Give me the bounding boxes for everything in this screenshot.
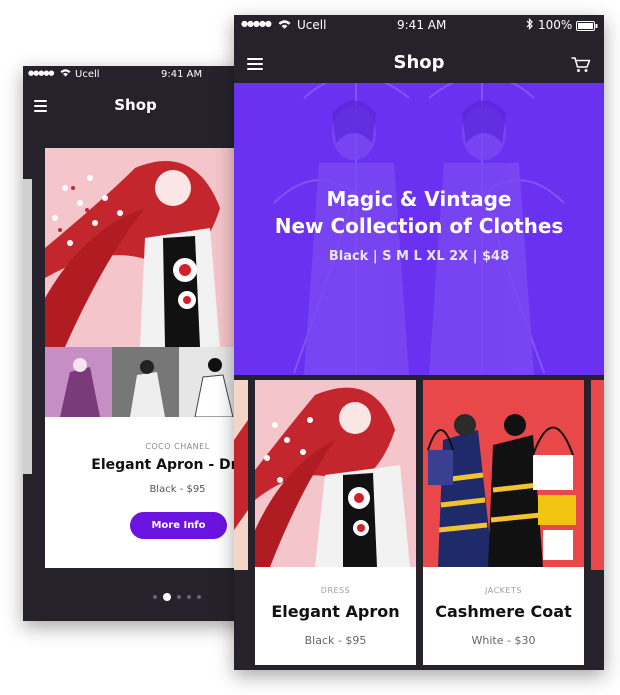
page-dot[interactable]: [153, 595, 157, 599]
battery-icon: [576, 20, 598, 34]
nav-bar: Shop: [23, 84, 248, 126]
promo-banner[interactable]: Magic & Vintage New Collection of Clothe…: [234, 83, 604, 375]
product-card[interactable]: COCO CHANEL Elegant Apron - Dress Black …: [45, 148, 248, 568]
banner-details: Black | S M L XL 2X | $48: [328, 249, 510, 264]
back-phone-screen: ●●●●● Ucell 9:41 AM Shop COCO CHANEL Ele…: [23, 66, 248, 621]
product-price: Black - $95: [149, 484, 206, 495]
thumbnail-strip[interactable]: [45, 347, 248, 417]
product-image: [255, 380, 416, 567]
page-indicator[interactable]: [151, 592, 211, 602]
product-name: Elegant Apron: [271, 602, 400, 621]
page-dot[interactable]: [187, 595, 191, 599]
battery-label: 100%: [538, 18, 573, 32]
previous-card-edge: [23, 179, 32, 474]
status-bar: ●●●●● Ucell 9:41 AM: [23, 66, 248, 84]
brand-label: COCO CHANEL: [145, 442, 210, 451]
page-title: Shop: [114, 96, 157, 114]
signal-icon: ●●●●●: [28, 69, 55, 77]
bluetooth-icon: [526, 18, 534, 33]
page-dot-active[interactable]: [163, 593, 171, 601]
nav-bar: Shop: [234, 37, 604, 83]
page-dot[interactable]: [177, 595, 181, 599]
page-dot[interactable]: [197, 595, 201, 599]
product-price: Black - $95: [304, 634, 367, 647]
page-title: Shop: [393, 52, 445, 73]
cart-icon[interactable]: [571, 57, 591, 77]
banner-headline: Magic & Vintage: [326, 187, 512, 211]
product-price: White - $30: [471, 634, 536, 647]
wifi-icon: [278, 18, 291, 32]
front-phone-screen: ●●●●● Ucell 9:41 AM 100% Shop Magic & Vi…: [234, 15, 604, 670]
signal-icon: ●●●●●: [241, 19, 272, 28]
product-name: Cashmere Coat: [435, 602, 572, 621]
product-name: Elegant Apron - Dress: [91, 457, 248, 473]
product-image: [423, 380, 584, 567]
time-label: 9:41 AM: [161, 69, 203, 80]
product-card[interactable]: DRESS Elegant Apron Black - $95: [255, 380, 416, 665]
carrier-label: Ucell: [75, 69, 100, 80]
carrier-label: Ucell: [297, 18, 327, 32]
product-category: JACKETS: [485, 586, 522, 595]
next-card-edge: [591, 380, 604, 570]
product-category: DRESS: [320, 586, 351, 595]
product-card[interactable]: JACKETS Cashmere Coat White - $30: [423, 380, 584, 665]
more-info-button[interactable]: More Info: [130, 512, 227, 539]
wifi-icon: [60, 68, 71, 80]
time-label: 9:41 AM: [397, 18, 447, 32]
status-bar: ●●●●● Ucell 9:41 AM 100%: [234, 15, 604, 37]
previous-card-edge: [234, 380, 248, 570]
banner-subheadline: New Collection of Clothes: [274, 214, 564, 238]
product-image: [45, 148, 248, 347]
